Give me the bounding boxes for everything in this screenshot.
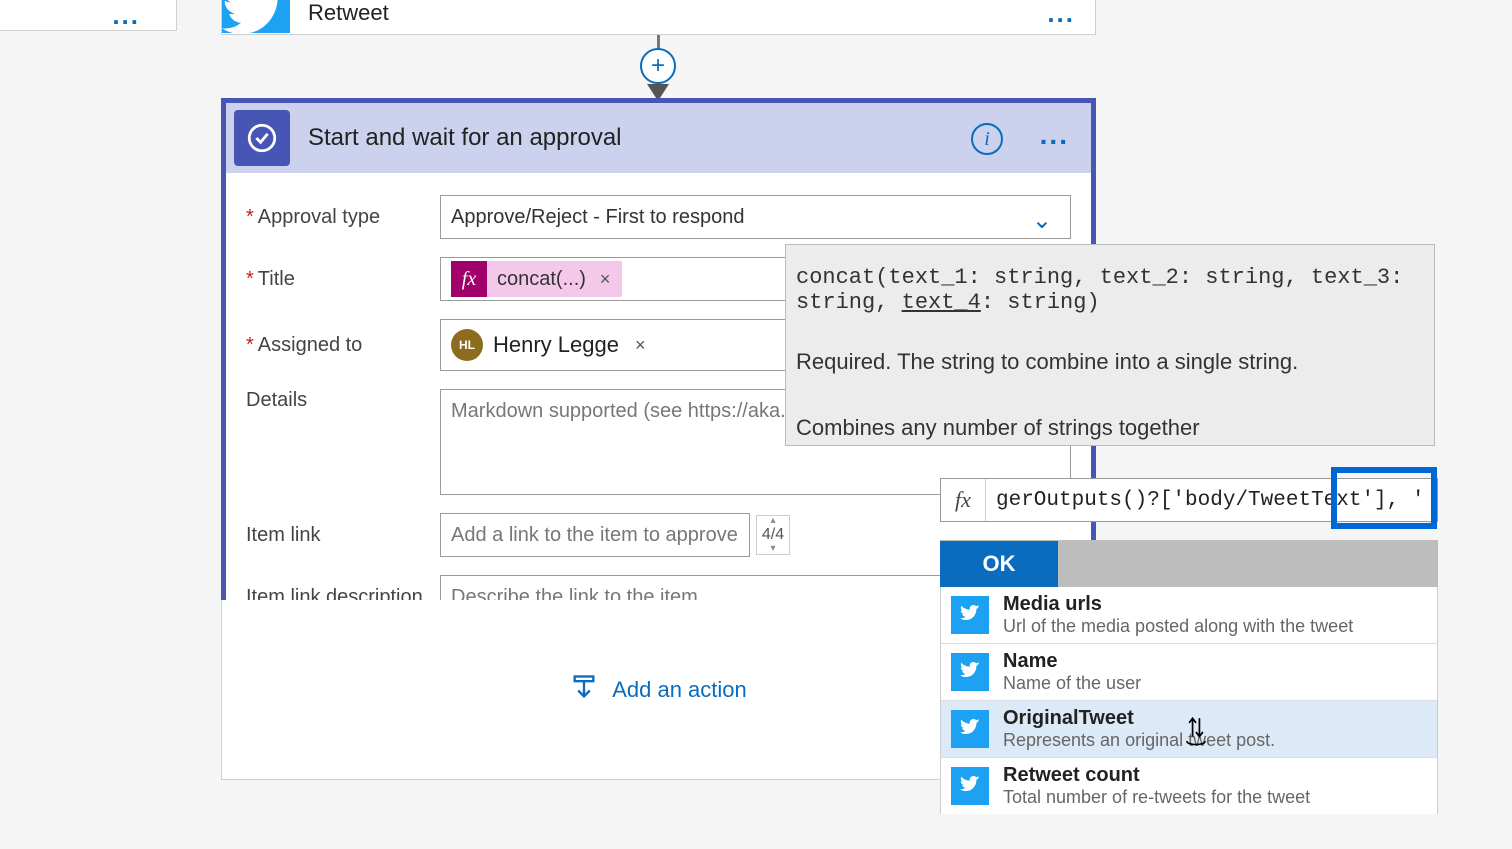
tooltip-signature: concat(text_1: string, text_2: string, t… xyxy=(796,265,1414,315)
add-step-button[interactable]: + xyxy=(640,48,676,84)
label-item-link: Item link xyxy=(246,524,320,547)
remove-chip-button[interactable]: × xyxy=(596,265,615,294)
expression-input-row[interactable]: fx gerOutputs()?['body/TweetText'], ' ',… xyxy=(940,478,1438,522)
twitter-icon xyxy=(951,767,989,805)
counter-stepper[interactable]: ▴ 4/4 ▾ xyxy=(756,515,790,555)
expression-chip[interactable]: fx concat(...) × xyxy=(451,261,622,297)
label-details: Details xyxy=(246,389,307,412)
tooltip-description: Combines any number of strings together xyxy=(796,415,1414,441)
add-action-button[interactable]: Add an action xyxy=(570,673,747,707)
dynamic-item-desc: Total number of re-tweets for the tweet xyxy=(1003,787,1310,808)
approval-title: Start and wait for an approval xyxy=(308,124,622,152)
chevron-down-icon: ⌄ xyxy=(1032,206,1052,235)
fx-icon: fx xyxy=(451,261,487,297)
add-action-icon xyxy=(570,673,598,707)
dynamic-item-name: Name xyxy=(1003,650,1141,673)
avatar: HL xyxy=(451,329,483,361)
dynamic-item-name-user[interactable]: Name Name of the user xyxy=(941,644,1437,701)
fx-icon: fx xyxy=(941,479,986,521)
approval-type-dropdown[interactable]: Approve/Reject - First to respond ⌄ xyxy=(440,195,1071,239)
dynamic-item-desc: Url of the media posted along with the t… xyxy=(1003,616,1353,637)
label-assigned-to: Assigned to xyxy=(258,334,363,357)
person-name: Henry Legge xyxy=(493,332,619,358)
function-tooltip: concat(text_1: string, text_2: string, t… xyxy=(785,244,1435,446)
tooltip-required: Required. The string to combine into a s… xyxy=(796,349,1414,375)
dynamic-item-name: Retweet count xyxy=(1003,764,1310,787)
sidebar-card: ... xyxy=(0,0,177,31)
info-icon[interactable]: i xyxy=(971,123,1003,155)
approval-icon xyxy=(234,110,290,166)
dynamic-item-media-urls[interactable]: Media urls Url of the media posted along… xyxy=(941,587,1437,644)
dynamic-item-original-tweet[interactable]: OriginalTweet Represents an original twe… xyxy=(941,701,1437,758)
approval-header[interactable]: Start and wait for an approval i ... xyxy=(226,103,1091,173)
item-link-input[interactable]: Add a link to the item to approve xyxy=(440,513,750,557)
row-approval-type: *Approval type Approve/Reject - First to… xyxy=(246,195,1071,239)
more-icon[interactable]: ... xyxy=(1040,119,1069,151)
dynamic-item-name: Media urls xyxy=(1003,593,1353,616)
details-placeholder: Markdown supported (see https://aka. xyxy=(451,400,786,423)
add-action-label: Add an action xyxy=(612,677,747,703)
dynamic-content-list: Media urls Url of the media posted along… xyxy=(940,587,1438,814)
twitter-icon xyxy=(951,710,989,748)
retweet-card[interactable]: Retweet ... xyxy=(221,0,1096,35)
remove-person-button[interactable]: × xyxy=(635,335,646,356)
stepper-up-icon[interactable]: ▴ xyxy=(757,516,789,526)
more-icon[interactable]: ... xyxy=(112,0,140,31)
ok-button[interactable]: OK xyxy=(940,541,1058,587)
twitter-icon xyxy=(222,0,290,33)
expression-chip-text: concat(...) xyxy=(497,268,586,291)
dynamic-item-name: OriginalTweet xyxy=(1003,707,1275,730)
dynamic-item-desc: Represents an original tweet post. xyxy=(1003,730,1275,751)
dynamic-item-desc: Name of the user xyxy=(1003,673,1141,694)
counter-value: 4/4 xyxy=(757,526,789,544)
dynamic-item-retweet-count[interactable]: Retweet count Total number of re-tweets … xyxy=(941,758,1437,814)
twitter-icon xyxy=(951,596,989,634)
label-title: Title xyxy=(258,268,295,291)
more-icon[interactable]: ... xyxy=(1047,0,1075,29)
retweet-title: Retweet xyxy=(308,0,389,26)
approval-type-value: Approve/Reject - First to respond xyxy=(451,206,744,229)
expression-text[interactable]: gerOutputs()?['body/TweetText'], ' ', | xyxy=(986,489,1437,512)
twitter-icon xyxy=(951,653,989,691)
ok-bar: OK xyxy=(940,540,1438,588)
stepper-down-icon[interactable]: ▾ xyxy=(757,544,789,554)
person-chip: HL Henry Legge × xyxy=(451,329,646,361)
item-link-placeholder: Add a link to the item to approve xyxy=(451,524,738,547)
label-approval-type: Approval type xyxy=(258,206,380,229)
